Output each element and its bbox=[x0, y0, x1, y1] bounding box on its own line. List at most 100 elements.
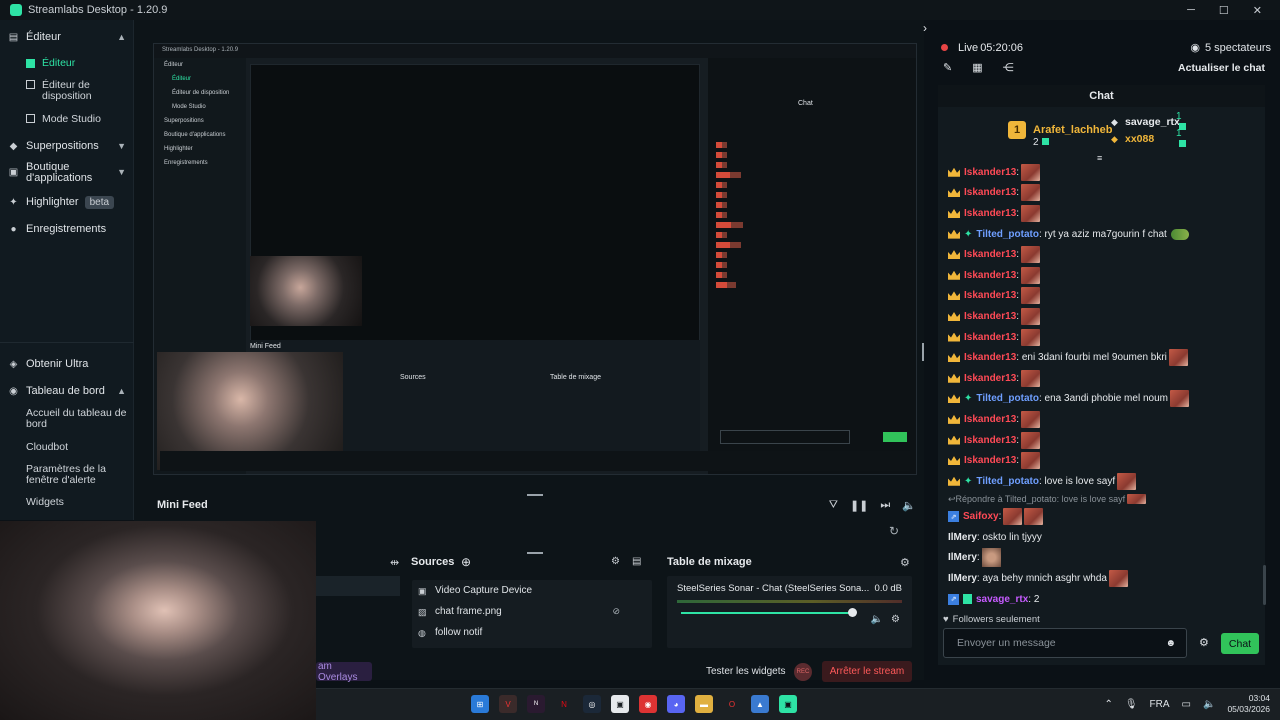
chevron-right-icon[interactable]: › bbox=[923, 21, 927, 35]
visibility-hidden-icon[interactable]: ⊘ bbox=[612, 606, 620, 617]
chat-username[interactable]: Iskander13 bbox=[964, 290, 1016, 301]
chat-message-input[interactable]: Envoyer un message ☻ bbox=[943, 628, 1187, 658]
gift-icon[interactable]: ▦ bbox=[972, 61, 982, 74]
scene-list-item[interactable] bbox=[316, 576, 400, 596]
scene-collapse-icon[interactable]: ⇹ bbox=[390, 556, 399, 569]
edit-icon[interactable]: ✎ bbox=[943, 61, 952, 74]
nested-chat-input bbox=[720, 430, 850, 444]
chevron-up-icon[interactable]: ▲ bbox=[117, 386, 126, 396]
chat-username[interactable]: Tilted_potato bbox=[976, 476, 1039, 487]
chat-username[interactable]: Iskander13 bbox=[964, 249, 1016, 260]
chat-username[interactable]: Tilted_potato bbox=[976, 229, 1039, 240]
windows-start-icon[interactable]: ⊞ bbox=[471, 695, 489, 713]
chat-username[interactable]: IlMery bbox=[948, 552, 977, 563]
add-source-icon[interactable]: ⊕ bbox=[461, 555, 471, 569]
chat-username[interactable]: Iskander13 bbox=[964, 352, 1016, 363]
chat-username[interactable]: savage_rtx bbox=[976, 594, 1028, 605]
volume-knob[interactable] bbox=[847, 608, 857, 617]
red-app-icon[interactable]: ◉ bbox=[639, 695, 657, 713]
refresh-icon[interactable]: ↻ bbox=[889, 524, 899, 538]
close-icon[interactable]: ✕ bbox=[1253, 4, 1262, 17]
stop-stream-button[interactable]: Arrêter le stream bbox=[822, 661, 912, 682]
chat-username[interactable]: Iskander13 bbox=[964, 332, 1016, 343]
netflix-icon[interactable]: N bbox=[555, 695, 573, 713]
chat-text: : bbox=[1016, 207, 1020, 219]
next-app-icon[interactable]: N bbox=[527, 695, 545, 713]
panel-resize-handle[interactable] bbox=[922, 343, 924, 361]
overlays-button[interactable]: am Overlays bbox=[316, 661, 372, 683]
sidebar-item-editor[interactable]: ▤ Éditeur ▲ bbox=[0, 26, 134, 48]
sidebar-item-highlighter[interactable]: ✦ Highlighter beta bbox=[0, 191, 134, 213]
record-button[interactable]: REC bbox=[794, 663, 812, 681]
sidebar-subitem-alert-settings[interactable]: Paramètres de la fenêtre d'alerte bbox=[26, 464, 130, 486]
chat-username[interactable]: Iskander13 bbox=[964, 414, 1016, 425]
store-app-icon[interactable]: ▣ bbox=[611, 695, 629, 713]
sidebar-subitem-layout-editor[interactable]: Éditeur de disposition bbox=[26, 80, 130, 102]
filter-icon[interactable]: ⛛ bbox=[829, 499, 838, 512]
chat-username[interactable]: IlMery bbox=[948, 532, 977, 543]
folder-icon[interactable]: ▤ bbox=[632, 556, 641, 567]
emoji-icon[interactable]: ☻ bbox=[1165, 638, 1176, 649]
chat-username[interactable]: Iskander13 bbox=[964, 208, 1016, 219]
share-icon[interactable]: ⋲ bbox=[1003, 61, 1014, 74]
resize-handle[interactable] bbox=[527, 552, 543, 554]
mixer-item-settings-icon[interactable]: ⚙ bbox=[891, 614, 900, 625]
chat-username[interactable]: Iskander13 bbox=[964, 270, 1016, 281]
sidebar-subitem-cloudbot[interactable]: Cloudbot bbox=[26, 442, 130, 453]
test-widgets-button[interactable]: Tester les widgets bbox=[706, 666, 785, 677]
source-item[interactable]: ◍ follow notif bbox=[412, 622, 652, 643]
photos-icon[interactable]: ▲ bbox=[751, 695, 769, 713]
skip-icon[interactable]: ⏭ bbox=[880, 499, 890, 512]
chat-send-button[interactable]: Chat bbox=[1221, 633, 1259, 654]
chat-scrollbar[interactable] bbox=[1263, 565, 1266, 605]
sidebar-item-recordings[interactable]: ● Enregistrements bbox=[0, 218, 134, 240]
sidebar-item-dashboard[interactable]: ◉ Tableau de bord ▲ bbox=[0, 380, 134, 402]
chat-username[interactable]: Iskander13 bbox=[964, 167, 1016, 178]
discord-icon[interactable]: ◕ bbox=[667, 695, 685, 713]
sidebar-subitem-editor[interactable]: Éditeur bbox=[26, 58, 130, 69]
pause-icon[interactable]: ❚❚ bbox=[850, 499, 868, 512]
chat-username[interactable]: Saifoxy bbox=[963, 511, 999, 522]
refresh-chat-button[interactable]: Actualiser le chat bbox=[1178, 62, 1265, 74]
clock[interactable]: 03:04 05/03/2026 bbox=[1227, 693, 1270, 715]
sidebar-item-overlays[interactable]: ◆ Superpositions ▼ bbox=[0, 135, 134, 157]
sidebar-item-app-store[interactable]: ▣ Boutique d'applications ▼ bbox=[0, 162, 134, 190]
chat-username[interactable]: IlMery bbox=[948, 573, 977, 584]
minimize-icon[interactable]: ─ bbox=[1187, 4, 1195, 17]
volume-slider[interactable] bbox=[681, 608, 857, 617]
opera-icon[interactable]: O bbox=[723, 695, 741, 713]
emote-icon bbox=[1127, 494, 1147, 504]
chevron-up-icon[interactable]: ▲ bbox=[117, 32, 126, 42]
mic-icon[interactable]: 🎙 bbox=[1125, 699, 1138, 710]
app-icon[interactable]: V bbox=[499, 695, 517, 713]
volume-icon[interactable]: 🔈 bbox=[902, 499, 916, 512]
sidebar-item-ultra[interactable]: ◈ Obtenir Ultra bbox=[0, 353, 134, 375]
source-item[interactable]: ▨ chat frame.png ⊘ bbox=[412, 601, 652, 622]
chat-settings-icon[interactable]: ⚙ bbox=[1199, 636, 1209, 649]
maximize-icon[interactable]: ☐ bbox=[1219, 4, 1229, 17]
language-indicator[interactable]: FRA bbox=[1150, 699, 1170, 710]
streamlabs-icon[interactable]: ▣ bbox=[779, 695, 797, 713]
chat-username[interactable]: Iskander13 bbox=[964, 311, 1016, 322]
chat-username[interactable]: Iskander13 bbox=[964, 435, 1016, 446]
mixer-settings-icon[interactable]: ⚙ bbox=[900, 556, 910, 569]
steam-icon[interactable]: ◎ bbox=[583, 695, 601, 713]
network-icon[interactable]: ▭ bbox=[1182, 699, 1191, 710]
chat-username[interactable]: Iskander13 bbox=[964, 455, 1016, 466]
sidebar-subitem-studio-mode[interactable]: Mode Studio bbox=[26, 114, 130, 125]
speaker-icon[interactable]: 🔈 bbox=[871, 614, 883, 625]
tray-expand-icon[interactable]: ⌃ bbox=[1104, 699, 1112, 710]
chevron-down-icon[interactable]: ▼ bbox=[117, 141, 126, 151]
chevron-down-icon[interactable]: ▼ bbox=[117, 167, 126, 177]
volume-tray-icon[interactable]: 🔈 bbox=[1203, 699, 1215, 710]
source-settings-icon[interactable]: ⚙ bbox=[611, 556, 620, 567]
taskbar-apps: ⊞ V N N ◎ ▣ ◉ ◕ ▬ O ▲ ▣ bbox=[471, 695, 797, 713]
reply-context[interactable]: ↩ Répondre à Tilted_potato: love is love… bbox=[938, 492, 1265, 507]
folder-icon[interactable]: ▬ bbox=[695, 695, 713, 713]
sidebar-subitem-dashboard-home[interactable]: Accueil du tableau de bord bbox=[26, 408, 130, 430]
chat-username[interactable]: Tilted_potato bbox=[976, 393, 1039, 404]
source-item[interactable]: ▣ Video Capture Device bbox=[412, 580, 652, 601]
chat-username[interactable]: Iskander13 bbox=[964, 373, 1016, 384]
chat-username[interactable]: Iskander13 bbox=[964, 187, 1016, 198]
sidebar-subitem-widgets[interactable]: Widgets bbox=[26, 497, 130, 508]
